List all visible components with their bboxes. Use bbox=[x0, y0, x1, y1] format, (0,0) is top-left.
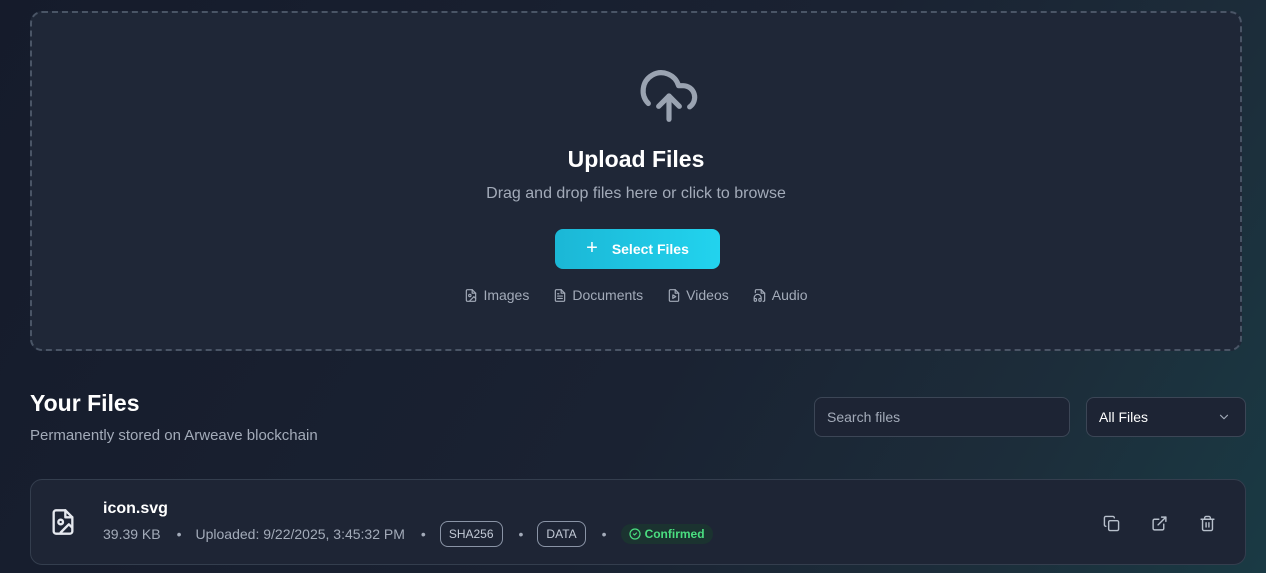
file-actions bbox=[1101, 513, 1217, 533]
video-file-icon bbox=[668, 288, 680, 302]
document-file-icon bbox=[555, 288, 566, 302]
upload-dropzone[interactable]: Upload Files Drag and drop files here or… bbox=[30, 11, 1242, 351]
delete-button[interactable] bbox=[1197, 513, 1217, 533]
type-audio: Audio bbox=[753, 287, 808, 303]
file-upload-date: Uploaded: 9/22/2025, 3:45:32 PM bbox=[195, 526, 405, 542]
files-section-subtitle: Permanently stored on Arweave blockchain bbox=[30, 427, 318, 444]
open-external-button[interactable] bbox=[1149, 513, 1169, 533]
status-label: Confirmed bbox=[644, 527, 705, 541]
image-file-icon bbox=[52, 509, 74, 535]
type-documents: Documents bbox=[553, 287, 643, 303]
separator-dot: • bbox=[420, 526, 426, 542]
copy-icon bbox=[1103, 515, 1119, 531]
select-files-label: Select Files bbox=[611, 241, 689, 257]
type-videos: Videos bbox=[667, 287, 729, 303]
external-link-icon bbox=[1151, 515, 1167, 531]
supported-types: Images Documents Videos Audio bbox=[32, 287, 1240, 303]
file-filter-select[interactable]: All Files bbox=[1086, 397, 1246, 437]
separator-dot: • bbox=[601, 526, 607, 542]
file-meta: 39.39 KB • Uploaded: 9/22/2025, 3:45:32 … bbox=[103, 521, 713, 547]
image-file-icon bbox=[466, 288, 477, 302]
search-input[interactable] bbox=[814, 397, 1070, 437]
file-name: icon.svg bbox=[103, 500, 168, 517]
file-list-item[interactable]: icon.svg 39.39 KB • Uploaded: 9/22/2025,… bbox=[30, 479, 1246, 565]
select-files-button[interactable]: + Select Files bbox=[555, 229, 720, 269]
separator-dot: • bbox=[176, 526, 182, 542]
file-filter-value: All Files bbox=[1099, 409, 1149, 425]
type-images: Images bbox=[464, 287, 529, 303]
separator-dot: • bbox=[518, 526, 524, 542]
type-tag: DATA bbox=[537, 521, 586, 547]
upload-title: Upload Files bbox=[567, 146, 705, 172]
hash-tag: SHA256 bbox=[439, 521, 503, 547]
files-section-title: Your Files bbox=[30, 390, 140, 416]
upload-subtitle: Drag and drop files here or click to bro… bbox=[486, 185, 786, 202]
type-images-label: Images bbox=[483, 287, 530, 303]
type-videos-label: Videos bbox=[686, 287, 729, 303]
copy-button[interactable] bbox=[1101, 513, 1121, 533]
file-size: 39.39 KB bbox=[103, 526, 161, 542]
type-documents-label: Documents bbox=[572, 287, 644, 303]
trash-icon bbox=[1199, 515, 1215, 531]
check-circle-icon bbox=[628, 528, 641, 540]
cloud-upload-icon bbox=[640, 70, 698, 122]
chevron-down-icon bbox=[1219, 414, 1229, 420]
plus-icon: + bbox=[586, 237, 598, 259]
audio-file-icon bbox=[753, 288, 765, 302]
type-audio-label: Audio bbox=[771, 287, 808, 303]
status-badge: Confirmed bbox=[620, 524, 713, 544]
